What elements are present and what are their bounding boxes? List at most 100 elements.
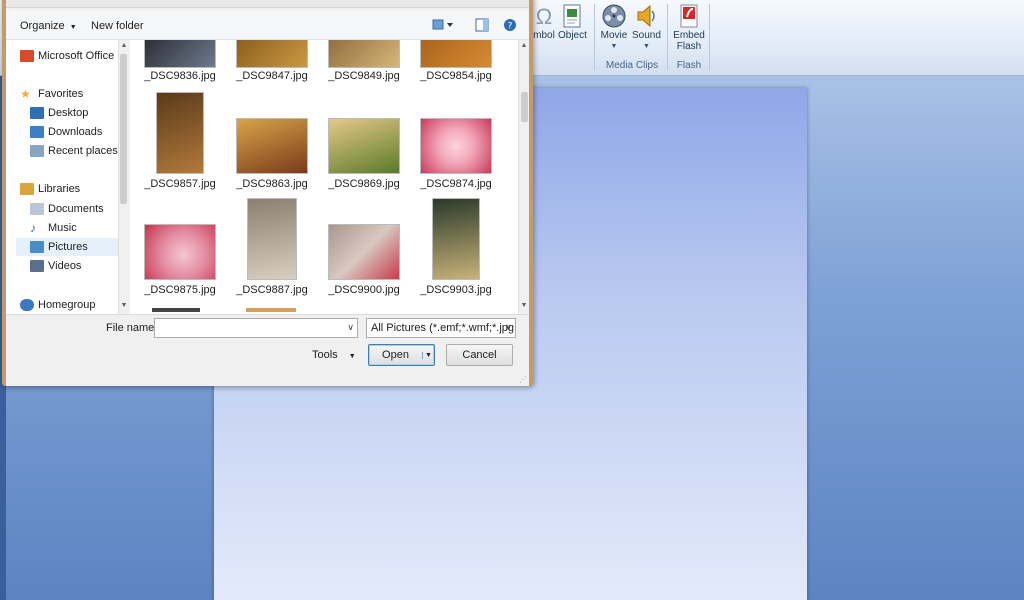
file-type-value: All Pictures (*.emf;*.wmf;*.jpg;* [371, 322, 516, 334]
embed-flash-label: Embed Flash [673, 30, 705, 52]
file-thumbnail [420, 118, 492, 174]
cancel-button[interactable]: Cancel [446, 344, 513, 366]
scroll-up-icon[interactable]: ▲ [119, 42, 129, 49]
address-bar[interactable] [6, 0, 529, 8]
nav-item-libraries[interactable]: Libraries [20, 180, 128, 198]
libraries-icon [20, 183, 34, 195]
file-type-select[interactable]: All Pictures (*.emf;*.wmf;*.jpg;* ∨ [366, 318, 516, 338]
scroll-down-icon[interactable]: ▼ [119, 302, 129, 309]
file-item[interactable]: _DSC9847.jpg [226, 40, 318, 92]
nav-scroll-thumb[interactable] [120, 54, 127, 204]
file-item[interactable]: _DSC9903.jpg [410, 198, 502, 298]
nav-item-videos[interactable]: Videos [30, 257, 128, 275]
organize-button[interactable]: Organize ▼ [20, 20, 77, 32]
file-item[interactable]: _DSC9854.jpg [410, 40, 502, 92]
change-view-icon[interactable] [432, 18, 454, 35]
scroll-up-icon[interactable]: ▲ [519, 42, 529, 49]
file-item[interactable]: _DSC9836.jpg [134, 40, 226, 92]
symbol-label: mbol [533, 30, 555, 41]
file-name: _DSC9874.jpg [420, 178, 492, 190]
chevron-down-icon: ▼ [642, 43, 650, 50]
chevron-down-icon[interactable]: ∨ [347, 322, 354, 333]
file-item[interactable]: _DSC9857.jpg [134, 92, 226, 192]
open-label: Open [382, 349, 409, 361]
open-button[interactable]: Open ▼ [368, 344, 435, 366]
object-label: Object [558, 30, 587, 41]
file-thumbnail [328, 224, 400, 280]
videos-icon [30, 260, 44, 272]
sound-label: Sound [632, 30, 661, 41]
nav-item-label: Desktop [48, 107, 89, 119]
file-name: _DSC9857.jpg [144, 178, 216, 190]
sound-button[interactable]: Sound ▼ [632, 2, 661, 52]
group-label-flash: Flash [676, 60, 702, 71]
chevron-down-icon: ▼ [348, 353, 356, 360]
file-thumbnail [144, 40, 216, 68]
chevron-down-icon[interactable]: ▼ [422, 351, 434, 359]
nav-item-pictures[interactable]: Pictures [16, 238, 118, 256]
movie-button[interactable]: Movie ▼ [600, 2, 628, 52]
nav-item-label: Recent places [48, 145, 118, 157]
nav-scrollbar[interactable]: ▲ ▼ [118, 40, 128, 314]
nav-item-label: Documents [48, 203, 104, 215]
help-icon[interactable]: ? [503, 18, 517, 35]
file-item[interactable]: _DSC9863.jpg [226, 92, 318, 192]
file-thumbnail [420, 40, 492, 68]
homegroup-icon [20, 299, 34, 311]
file-name: _DSC9854.jpg [420, 70, 492, 82]
tools-label: Tools [312, 349, 338, 361]
preview-pane-icon[interactable] [475, 18, 489, 35]
scroll-down-icon[interactable]: ▼ [519, 302, 529, 309]
file-thumbnail [236, 118, 308, 174]
file-name: _DSC9863.jpg [236, 178, 308, 190]
dialog-toolbar: Organize ▼ New folder ? [6, 10, 529, 40]
resize-grip-icon[interactable]: ⋰ [519, 375, 527, 384]
nav-item-homegroup[interactable]: Homegroup [20, 296, 128, 314]
nav-item-favorites[interactable]: ★ Favorites [20, 85, 128, 103]
tools-button[interactable]: Tools ▼ [312, 349, 356, 361]
ribbon-separator [709, 4, 710, 70]
file-name-input[interactable]: ∨ [154, 318, 358, 338]
nav-item-label: Pictures [48, 241, 88, 253]
file-name: _DSC9875.jpg [144, 284, 216, 296]
embed-flash-button[interactable]: Embed Flash [672, 2, 706, 52]
chevron-down-icon: ▼ [69, 24, 77, 31]
svg-text:?: ? [508, 22, 513, 32]
nav-item-label: Videos [48, 260, 82, 272]
nav-item-documents[interactable]: Documents [30, 200, 128, 218]
new-folder-button[interactable]: New folder [91, 20, 144, 32]
ribbon-separator [667, 4, 668, 70]
file-thumbnail [156, 92, 204, 174]
file-item[interactable]: _DSC9874.jpg [410, 92, 502, 192]
nav-item-desktop[interactable]: Desktop [30, 104, 128, 122]
file-name: _DSC9847.jpg [236, 70, 308, 82]
nav-item-downloads[interactable]: Downloads [30, 123, 128, 141]
nav-item-recent-places[interactable]: Recent places [30, 142, 128, 160]
file-thumbnail [328, 40, 400, 68]
file-item[interactable]: _DSC9849.jpg [318, 40, 410, 92]
nav-item-music[interactable]: ♪ Music [30, 219, 128, 237]
file-thumbnail-partial [152, 308, 200, 312]
file-list-scrollbar[interactable]: ▲ ▼ [518, 40, 529, 314]
file-list: _DSC9836.jpg _DSC9847.jpg _DSC9849.jpg _… [130, 40, 518, 314]
file-thumbnail-partial [246, 308, 296, 312]
nav-item-label: Downloads [48, 126, 103, 138]
ribbon-separator [594, 4, 595, 70]
dialog-footer: File name: ∨ All Pictures (*.emf;*.wmf;*… [6, 314, 529, 386]
film-reel-icon [600, 2, 628, 30]
file-name: _DSC9903.jpg [420, 284, 492, 296]
file-item[interactable]: _DSC9900.jpg [318, 198, 410, 298]
downloads-icon [30, 126, 44, 138]
file-item[interactable]: _DSC9869.jpg [318, 92, 410, 192]
file-list-scroll-thumb[interactable] [521, 92, 528, 122]
flash-icon [675, 2, 703, 30]
movie-label: Movie [600, 30, 628, 41]
symbol-button[interactable]: Ω mbol [530, 2, 558, 41]
file-item[interactable]: _DSC9887.jpg [226, 198, 318, 298]
file-item[interactable]: _DSC9875.jpg [134, 198, 226, 298]
nav-item-microsoft-office[interactable]: Microsoft Office Pi [20, 47, 128, 65]
chevron-down-icon[interactable]: ∨ [505, 322, 512, 333]
object-button[interactable]: Object [558, 2, 587, 41]
speaker-icon [632, 2, 660, 30]
file-thumbnail [328, 118, 400, 174]
